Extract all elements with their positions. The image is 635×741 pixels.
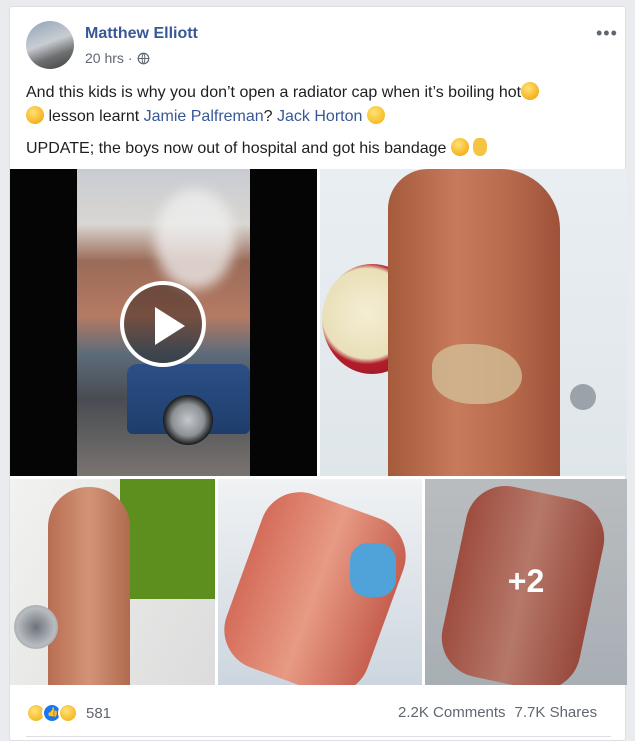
post-text: And this kids is why you don’t open a ra… bbox=[26, 81, 616, 129]
wow-icon bbox=[58, 703, 78, 723]
engagement-stats: 2.2K Comments 7.7K Shares bbox=[398, 704, 597, 721]
photo-5[interactable]: +2 bbox=[425, 479, 627, 685]
arm-image bbox=[48, 487, 130, 685]
globe-icon[interactable] bbox=[137, 52, 150, 65]
update-text: UPDATE; the boys now out of hospital and… bbox=[26, 140, 447, 157]
steam-cloud bbox=[155, 189, 235, 289]
post-meta: 20 hrs · bbox=[85, 50, 150, 66]
divider bbox=[26, 736, 611, 737]
arm-image bbox=[388, 169, 560, 476]
video-thumbnail[interactable] bbox=[10, 169, 317, 476]
photo-3[interactable] bbox=[10, 479, 215, 685]
mention-jack[interactable]: Jack Horton bbox=[277, 108, 362, 125]
rolling-laughing-emoji-icon bbox=[450, 138, 469, 156]
author-name[interactable]: Matthew Elliott bbox=[85, 25, 198, 43]
shares-count[interactable]: 7.7K Shares bbox=[515, 704, 598, 721]
reaction-count: 581 bbox=[86, 704, 112, 722]
post-card: Matthew Elliott 20 hrs · ••• And this ki… bbox=[9, 6, 627, 741]
mention-separator: ? bbox=[263, 108, 273, 125]
mention-jamie[interactable]: Jamie Palfreman bbox=[144, 108, 264, 125]
comments-count[interactable]: 2.2K Comments bbox=[398, 704, 506, 721]
media-grid: +2 bbox=[10, 169, 627, 685]
drain-image bbox=[570, 384, 596, 410]
author-avatar[interactable] bbox=[26, 21, 74, 69]
ok-hand-emoji-icon bbox=[473, 138, 488, 156]
more-photos-count: +2 bbox=[507, 563, 545, 599]
photo-4[interactable] bbox=[218, 479, 422, 685]
car-wheel bbox=[163, 395, 213, 445]
post-update: UPDATE; the boys now out of hospital and… bbox=[26, 137, 616, 161]
post-text-lesson: lesson learnt bbox=[48, 108, 140, 125]
post-time[interactable]: 20 hrs bbox=[85, 50, 124, 66]
reactions-summary[interactable]: 581 bbox=[26, 703, 111, 723]
more-options-button[interactable]: ••• bbox=[596, 23, 618, 44]
post-text-line1: And this kids is why you don’t open a ra… bbox=[26, 84, 522, 101]
green-box-image bbox=[120, 479, 215, 599]
meta-separator: · bbox=[127, 50, 133, 66]
drain-image bbox=[14, 605, 58, 649]
glove-image bbox=[350, 543, 396, 597]
rolling-laughing-emoji-icon bbox=[521, 82, 540, 100]
grinning-emoji-icon bbox=[366, 106, 385, 124]
photo-2[interactable] bbox=[320, 169, 627, 476]
play-icon[interactable] bbox=[120, 281, 206, 367]
rolling-laughing-emoji-icon bbox=[26, 106, 44, 124]
